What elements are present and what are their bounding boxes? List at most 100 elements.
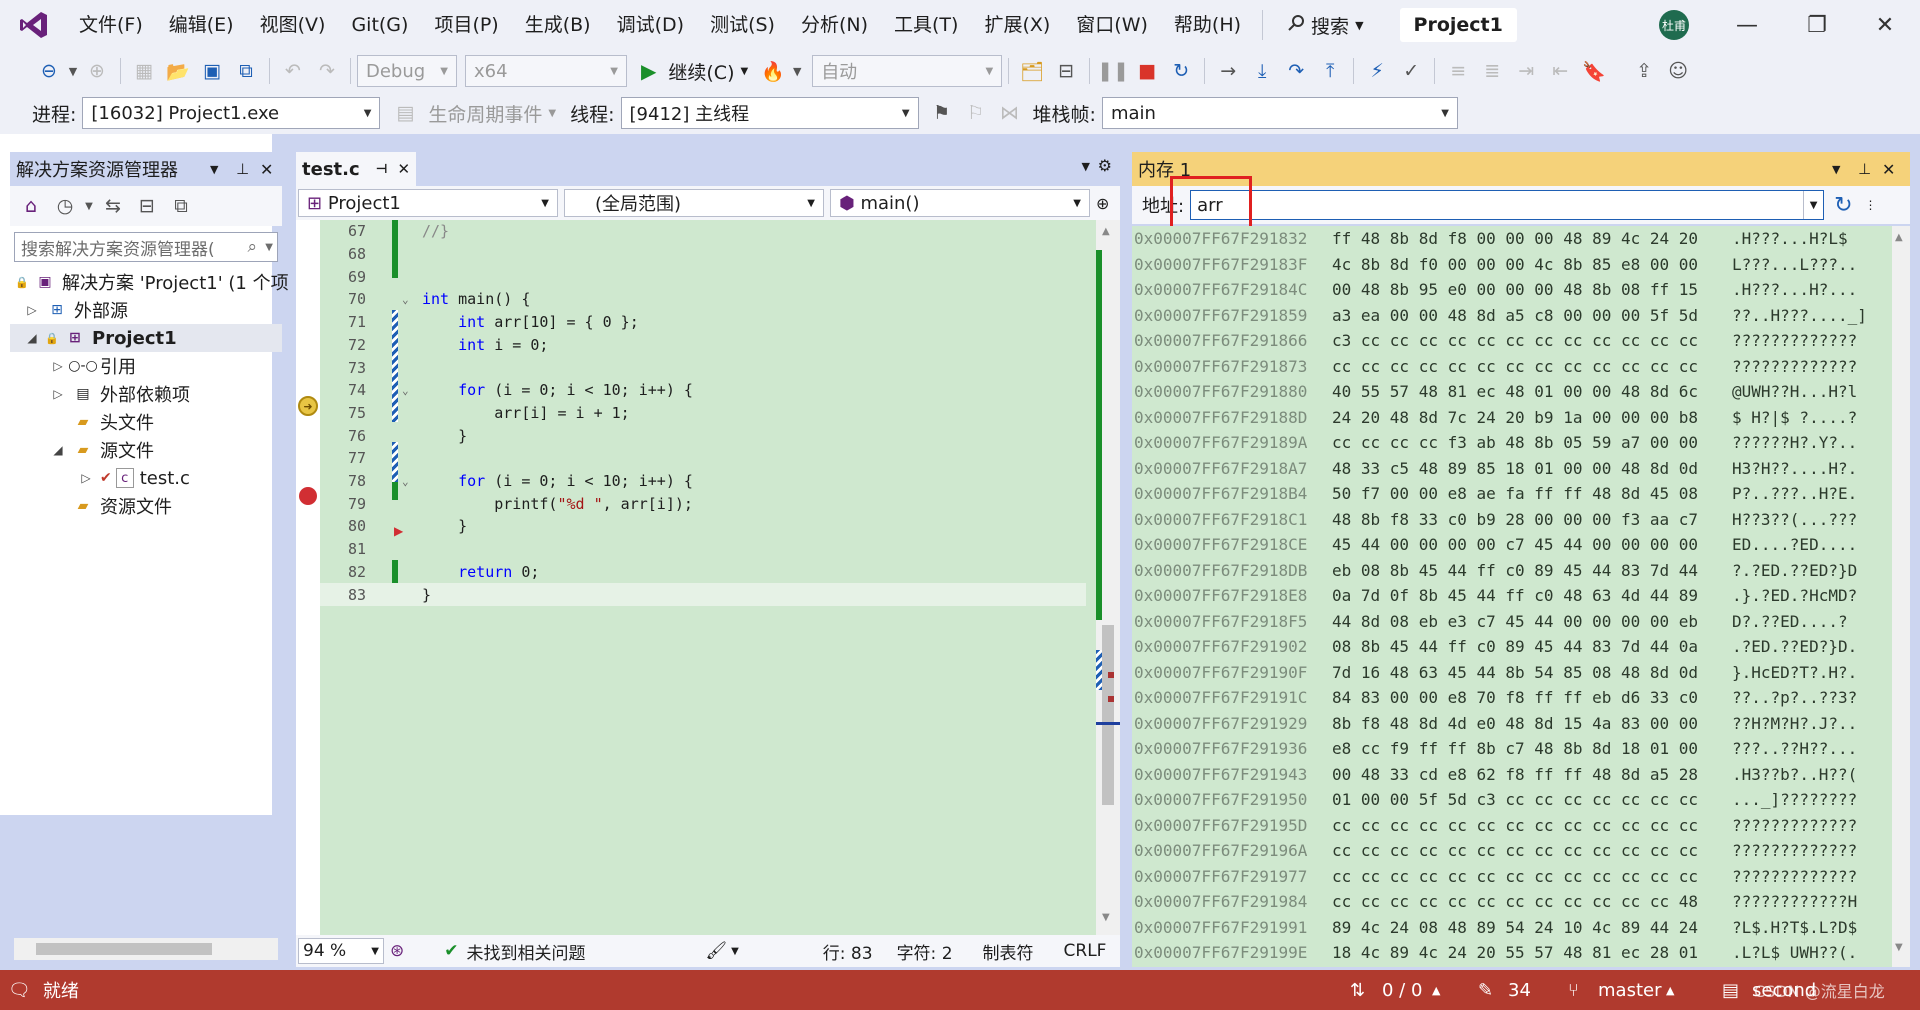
bookmark-icon[interactable]: 🔖 [1577,54,1611,88]
memory-bytes[interactable]: cc cc cc cc cc cc cc cc cc cc cc cc cc [1332,841,1732,860]
memory-row[interactable]: 0x00007FF67F291832 ff 48 8b 8d f8 00 00 0… [1132,226,1848,252]
memory-row[interactable]: 0x00007FF67F291977 cc cc cc cc cc cc cc c… [1132,864,1857,890]
memory-bytes[interactable]: 48 8b f8 33 c0 b9 28 00 00 00 f3 aa c7 [1332,510,1732,529]
collapse-arrow-icon[interactable]: ◢ [50,443,66,457]
save-all-icon[interactable]: ⧉ [229,54,263,88]
memory-bytes[interactable]: 8b f8 48 8d 4d e0 48 8d 15 4a 83 00 00 [1332,714,1732,733]
hot-reload-icon[interactable]: 🔥 [756,54,790,88]
menu-analyze[interactable]: 分析(N) [788,0,881,50]
tree-item-test-c[interactable]: ▷ ✔ c test.c [78,464,190,492]
edits-count[interactable]: 34 [1508,980,1531,1001]
expand-arrow-icon[interactable]: ▷ [24,303,40,317]
memory-dump[interactable]: 0x00007FF67F291832 ff 48 8b 8d f8 00 00 0… [1132,226,1892,967]
branch-icon[interactable]: ⑂ [1568,980,1579,1001]
breakpoint-icon[interactable] [299,487,317,505]
scroll-down-icon[interactable]: ▼ [1102,912,1110,923]
breakpoint-margin[interactable]: ➜ ▶ [296,220,403,935]
menu-git[interactable]: Git(G) [338,0,421,50]
search-icon[interactable]: ⌕ [247,237,257,257]
lifecycle-icon[interactable]: ▤ [388,96,422,130]
stackframe-select[interactable]: main ▼ [1101,97,1458,129]
chevron-up-icon[interactable]: ▲ [1432,984,1440,997]
visual-studio-logo-icon[interactable] [16,7,52,43]
memory-bytes[interactable]: 89 4c 24 08 48 89 54 24 10 4c 89 44 24 [1332,918,1732,937]
history-icon[interactable]: ◷ [48,189,82,223]
tree-item-references[interactable]: ▷ ○-○ 引用 [50,352,136,380]
chevron-down-icon[interactable]: ▼ [265,242,273,253]
more-options-icon[interactable]: ⋮ [1865,198,1877,212]
line-indicator[interactable]: 行: 83 [823,939,873,964]
lifecycle-events-button[interactable]: 生命周期事件 [422,100,548,127]
memory-row[interactable]: 0x00007FF67F291880 40 55 57 48 81 ec 48 0… [1132,379,1857,405]
horizontal-scrollbar[interactable] [14,938,278,960]
memory-row[interactable]: 0x00007FF67F29195D cc cc cc cc cc cc cc c… [1132,813,1857,839]
menu-edit[interactable]: 编辑(E) [156,0,247,50]
collapse-icon[interactable]: ⌄ [402,384,409,397]
copilot-icon[interactable]: ⊛ [390,941,404,961]
menu-window[interactable]: 窗口(W) [1063,0,1161,50]
back-icon[interactable]: ⊖ [32,54,66,88]
memory-row[interactable]: 0x00007FF67F291936 e8 cc f9 ff ff 8b c7 4… [1132,736,1857,762]
memory-bytes[interactable]: cc cc cc cc cc cc cc cc cc cc cc cc cc [1332,867,1732,886]
memory-bytes[interactable]: cc cc cc cc cc cc cc cc cc cc cc cc cc [1332,816,1732,835]
expand-arrow-icon[interactable]: ▷ [78,471,94,485]
continue-button[interactable]: ▶ 继续(C) ▼ [641,58,748,85]
git-changes-icon[interactable]: ⇅ [1350,980,1365,1001]
line-ending-indicator[interactable]: CRLF [1064,941,1107,961]
tree-item-external-dependencies[interactable]: ▷ ▤ 外部依赖项 [50,380,190,408]
step-over-icon[interactable]: ↷ [1279,54,1313,88]
chevron-down-icon[interactable]: ▼ [790,54,804,88]
memory-bytes[interactable]: eb 08 8b 45 44 ff c0 89 45 44 83 7d 44 [1332,561,1732,580]
memory-vertical-scrollbar[interactable]: ▲ ▼ [1892,226,1910,967]
memory-row[interactable]: 0x00007FF67F29183F 4c 8b 8d f0 00 00 00 4… [1132,252,1857,278]
memory-bytes[interactable]: c3 cc cc cc cc cc cc cc cc cc cc cc cc [1332,331,1732,350]
chevron-down-icon[interactable]: ▼ [731,946,739,957]
tree-item-solution[interactable]: 🔒 ▣ 解决方案 'Project1' (1 个项 [15,268,288,296]
memory-bytes[interactable]: cc cc cc cc f3 ab 48 8b 05 59 a7 00 00 [1332,433,1732,452]
memory-bytes[interactable]: 18 4c 89 4c 24 20 55 57 48 81 ec 28 01 [1332,943,1732,962]
auto-select[interactable]: 自动 ▼ [812,55,1003,87]
forward-icon[interactable]: ⊕ [80,54,114,88]
memory-bytes[interactable]: 08 8b 45 44 ff c0 89 45 44 83 7d 44 0a [1332,637,1732,656]
close-window-button[interactable]: ✕ [1850,0,1920,50]
open-folder-icon[interactable]: 📂 [161,54,195,88]
new-item-icon[interactable]: ▦ [127,54,161,88]
spellcheck-icon[interactable]: ✓ [1394,54,1428,88]
char-indicator[interactable]: 字符: 2 [897,939,953,964]
refresh-icon[interactable]: ↻ [1834,193,1852,218]
stop-icon[interactable]: ■ [1130,54,1164,88]
chevron-down-icon[interactable]: ▼ [1832,163,1840,176]
undo-icon[interactable]: ↶ [276,54,310,88]
split-icon[interactable]: ⊕ [1096,194,1109,213]
share-icon[interactable]: ⇪ [1627,54,1661,88]
sync-icon[interactable]: ⇆ [96,189,130,223]
filter-icon[interactable]: ⋈ [993,96,1027,130]
function-nav-select[interactable]: ⬢ main() ▼ [830,189,1090,217]
chevron-down-icon[interactable]: ▼ [1803,191,1823,219]
memory-row[interactable]: 0x00007FF67F2918A7 48 33 c5 48 89 85 18 0… [1132,456,1857,482]
tree-item-project[interactable]: ◢ 🔒 ⊞ Project1 [10,324,282,352]
close-tab-icon[interactable]: ✕ [398,160,411,178]
process-select[interactable]: [16032] Project1.exe ▼ [82,97,381,129]
memory-row[interactable]: 0x00007FF67F2918CE 45 44 00 00 00 00 c7 4… [1132,532,1857,558]
menu-project[interactable]: 项目(P) [421,0,511,50]
scroll-up-icon[interactable]: ▲ [1102,226,1110,237]
search-button[interactable]: 搜索 ▼ [1273,12,1377,39]
chevron-down-icon[interactable]: ▼ [66,54,80,88]
project-nav-select[interactable]: ⊞ Project1 ▼ [298,189,558,217]
memory-bytes[interactable]: 7d 16 48 63 45 44 8b 54 85 08 48 8d 0d [1332,663,1732,682]
memory-bytes[interactable]: 40 55 57 48 81 ec 48 01 00 00 48 8d 6c [1332,382,1732,401]
outdent-icon[interactable]: ⇤ [1543,54,1577,88]
menu-help[interactable]: 帮助(H) [1161,0,1254,50]
memory-bytes[interactable]: cc cc cc cc cc cc cc cc cc cc cc cc cc [1332,357,1732,376]
memory-row[interactable]: 0x00007FF67F291866 c3 cc cc cc cc cc cc c… [1132,328,1857,354]
thread-flag-icon[interactable]: ⚐ [959,96,993,130]
avatar[interactable]: 杜甫 [1659,10,1689,40]
memory-row[interactable]: 0x00007FF67F291873 cc cc cc cc cc cc cc c… [1132,354,1857,380]
memory-row[interactable]: 0x00007FF67F291859 a3 ea 00 00 48 8d a5 c… [1132,303,1867,329]
memory-row[interactable]: 0x00007FF67F291929 8b f8 48 8d 4d e0 48 8… [1132,711,1857,737]
memory-bytes[interactable]: 50 f7 00 00 e8 ae fa ff ff 48 8d 45 08 [1332,484,1732,503]
collapse-all-icon[interactable]: ⊟ [130,189,164,223]
redo-icon[interactable]: ↷ [310,54,344,88]
tree-item-header-files[interactable]: ▰ 头文件 [72,408,154,436]
